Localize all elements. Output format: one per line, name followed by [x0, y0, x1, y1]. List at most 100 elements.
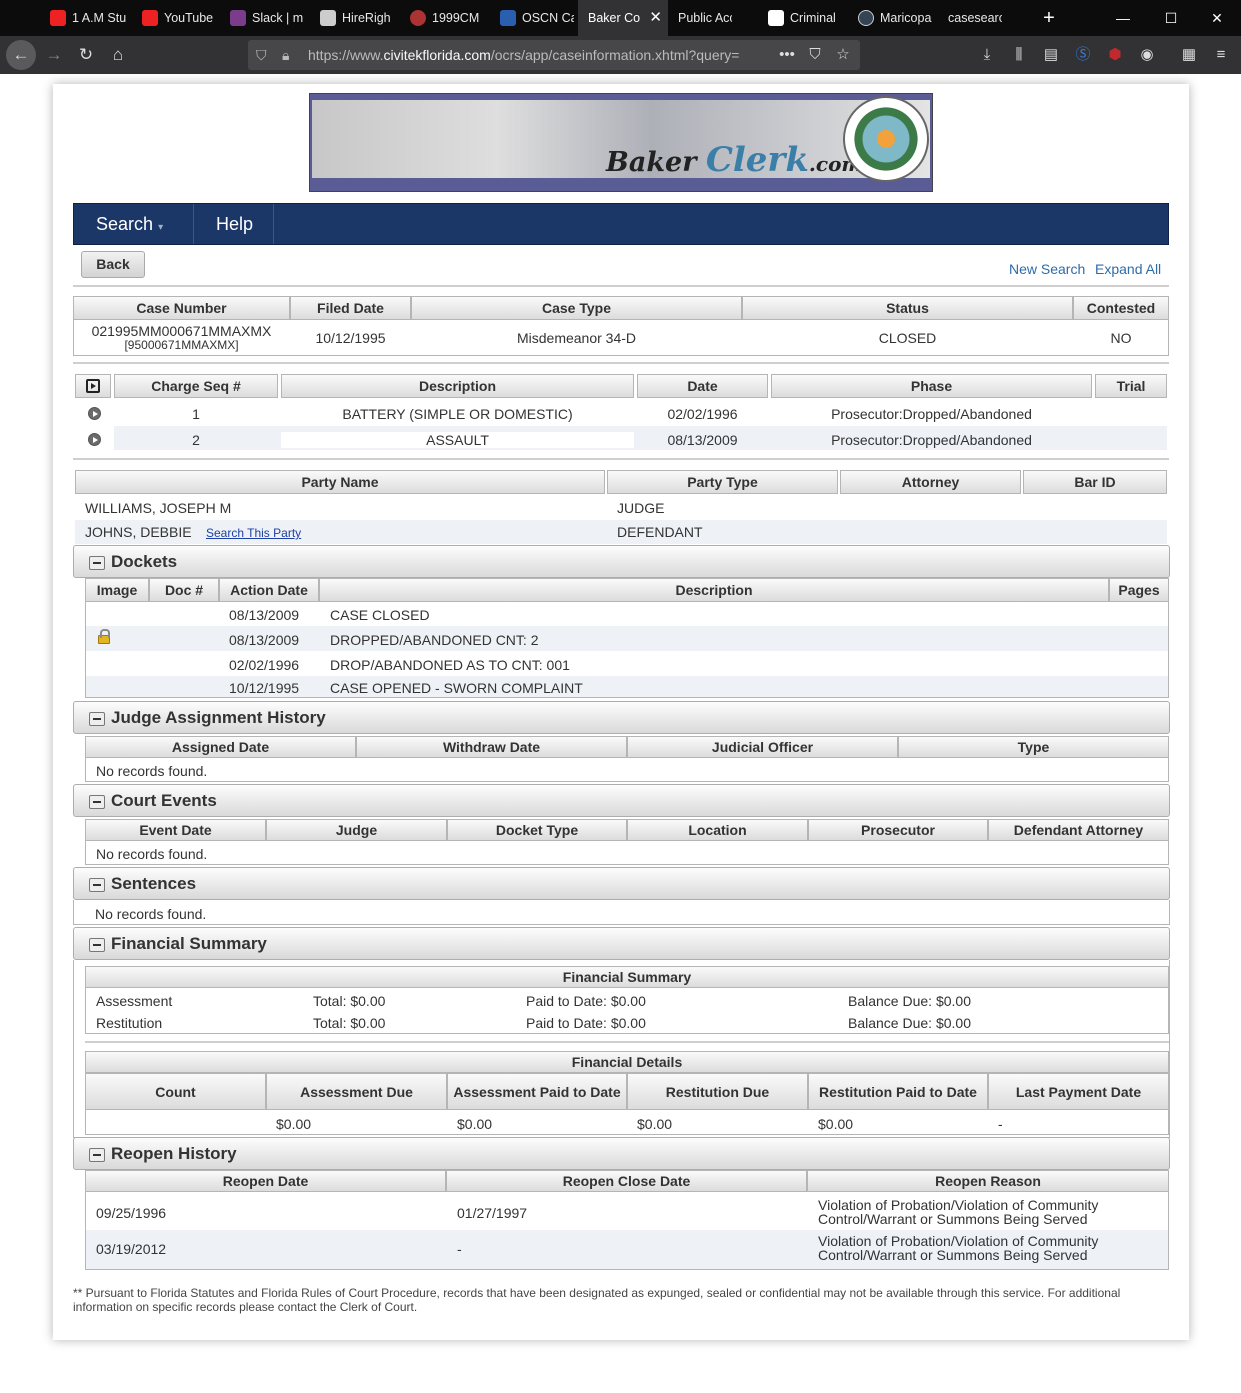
financial-summary-section-header[interactable]: Financial Summary — [73, 927, 1170, 960]
col-reopen-reason: Reopen Reason — [807, 1170, 1169, 1192]
tab-10[interactable]: Maricopa — [848, 0, 938, 36]
bookmark-star-icon[interactable]: ☆ — [832, 44, 854, 66]
expand-charges-icon[interactable] — [75, 374, 111, 398]
col-doc-number: Doc # — [149, 578, 219, 602]
search-this-party-link[interactable]: Search This Party — [206, 526, 301, 540]
col-case-type: Case Type — [411, 296, 742, 320]
expand-all-link[interactable]: Expand All — [1095, 261, 1161, 277]
col-attorney: Attorney — [840, 470, 1021, 494]
docket-description: CASE CLOSED — [330, 607, 430, 623]
tab-3[interactable]: Slack | m — [220, 0, 310, 36]
maximize-icon[interactable]: ☐ — [1148, 0, 1194, 36]
page-viewport: Baker Clerk.com Search ▾ Help Back New S… — [1, 74, 1240, 1392]
col-charge-description: Description — [281, 374, 634, 398]
browser-tab-strip: 1 A.M Stu YouTube Slack | m HireRigh 199… — [0, 0, 1241, 36]
reopen-date: 03/19/2012 — [96, 1241, 167, 1257]
new-search-link[interactable]: New Search — [1009, 261, 1085, 277]
col-judge-type: Type — [898, 736, 1169, 758]
account-icon[interactable]: ◉ — [1136, 44, 1158, 66]
dockets-section-header[interactable]: Dockets — [73, 545, 1170, 578]
back-arrow-icon[interactable]: ← — [6, 40, 36, 70]
collapse-icon[interactable] — [89, 938, 105, 952]
minimize-icon[interactable]: — — [1100, 0, 1146, 36]
tab-8[interactable]: Public Access — [668, 0, 758, 36]
expand-row-icon[interactable] — [88, 433, 101, 446]
docket-description: DROPPED/ABANDONED CNT: 2 — [330, 632, 539, 648]
assessment-total: Total: $0.00 — [313, 993, 386, 1009]
collapse-icon[interactable] — [89, 712, 105, 726]
col-action-date: Action Date — [219, 578, 319, 602]
close-tab-icon[interactable]: ✕ — [649, 0, 662, 36]
case-type: Misdemeanor 34-D — [516, 330, 637, 346]
col-reopen-close-date: Reopen Close Date — [446, 1170, 807, 1192]
collapse-icon[interactable] — [89, 556, 105, 570]
collapse-icon[interactable] — [89, 1148, 105, 1162]
court-events-section-header[interactable]: Court Events — [73, 784, 1170, 817]
baker-clerk-banner: Baker Clerk.com — [309, 93, 933, 192]
nav-help[interactable]: Help — [194, 204, 274, 244]
lock-icon: 🔒︎ — [282, 47, 290, 63]
extension-s-icon[interactable]: Ⓢ — [1072, 44, 1094, 66]
pocket-icon[interactable]: ⛉ — [804, 44, 826, 66]
col-event-date: Event Date — [85, 819, 266, 841]
expand-row-icon[interactable] — [88, 407, 101, 420]
download-icon[interactable]: ⤓ — [976, 44, 998, 66]
collapse-icon[interactable] — [89, 795, 105, 809]
close-window-icon[interactable]: ✕ — [1194, 0, 1240, 36]
tab-1[interactable]: 1 A.M Stu — [40, 0, 132, 36]
tab-6[interactable]: OSCN Ca — [490, 0, 578, 36]
assessment-paid: Paid to Date: $0.00 — [526, 993, 646, 1009]
financial-details-table-header: Financial Details — [85, 1051, 1169, 1073]
col-assigned-date: Assigned Date — [85, 736, 356, 758]
shield-icon: ⛉ — [256, 47, 267, 63]
tab-4[interactable]: HireRigh — [310, 0, 400, 36]
extensions-icon[interactable]: ▦ — [1178, 44, 1200, 66]
no-records-text: No records found. — [96, 763, 208, 779]
home-icon[interactable]: ⌂ — [104, 42, 132, 68]
docket-date: 10/12/1995 — [229, 680, 300, 696]
col-judge: Judge — [266, 819, 447, 841]
tab-11[interactable]: casesearch.e — [938, 0, 1028, 36]
reopen-history-section-header[interactable]: Reopen History — [73, 1137, 1170, 1170]
docket-description: CASE OPENED - SWORN COMPLAINT — [330, 680, 583, 696]
forward-arrow-icon[interactable]: → — [40, 42, 68, 68]
judge-assignment-section-header[interactable]: Judge Assignment History — [73, 701, 1170, 734]
col-docket-type: Docket Type — [447, 819, 627, 841]
no-records-text: No records found. — [96, 846, 208, 862]
col-pages: Pages — [1109, 578, 1169, 602]
reopen-date: 09/25/1996 — [96, 1205, 167, 1221]
col-filed-date: Filed Date — [290, 296, 411, 320]
tab-9[interactable]: Criminal — [758, 0, 848, 36]
youtube-icon — [142, 10, 158, 26]
sentences-section-header[interactable]: Sentences — [73, 867, 1170, 900]
sidebar-icon[interactable]: ▤ — [1040, 44, 1062, 66]
new-tab-icon[interactable]: + — [1026, 0, 1072, 36]
library-icon[interactable]: ⫼ — [1008, 44, 1030, 66]
menu-icon[interactable]: ≡ — [1210, 44, 1232, 66]
detail-assessment-due: $0.00 — [276, 1116, 312, 1132]
url-bar[interactable]: ⛉ 🔒︎ https://www.civitekflorida.com/ocrs… — [248, 40, 860, 70]
case-number-alt: [95000671MMAXMX] — [124, 338, 239, 352]
collapse-icon[interactable] — [89, 878, 105, 892]
nav-search[interactable]: Search ▾ — [74, 204, 194, 244]
restitution-paid: Paid to Date: $0.00 — [526, 1015, 646, 1031]
case-number: 021995MM000671MMAXMX — [91, 323, 272, 339]
tab-2[interactable]: YouTube — [132, 0, 220, 36]
tab-active[interactable]: Baker Co ✕ — [578, 0, 668, 36]
party-type: JUDGE — [617, 500, 665, 516]
financial-summary-table-header: Financial Summary — [85, 966, 1169, 988]
case-contested: NO — [1110, 330, 1132, 346]
chevron-down-icon: ▾ — [158, 222, 164, 233]
more-icon[interactable]: ••• — [776, 44, 798, 66]
reload-icon[interactable]: ↻ — [72, 42, 100, 68]
blackboard-icon — [320, 10, 336, 26]
col-docket-description: Description — [319, 578, 1109, 602]
lock-icon[interactable] — [98, 629, 110, 644]
restitution-label: Restitution — [96, 1015, 163, 1031]
detail-last-payment: - — [998, 1116, 1003, 1132]
seal-icon — [410, 10, 426, 26]
back-button[interactable]: Back — [81, 251, 145, 278]
ublock-icon[interactable]: ⬢ — [1104, 44, 1126, 66]
col-location: Location — [627, 819, 808, 841]
tab-5[interactable]: 1999CM — [400, 0, 490, 36]
